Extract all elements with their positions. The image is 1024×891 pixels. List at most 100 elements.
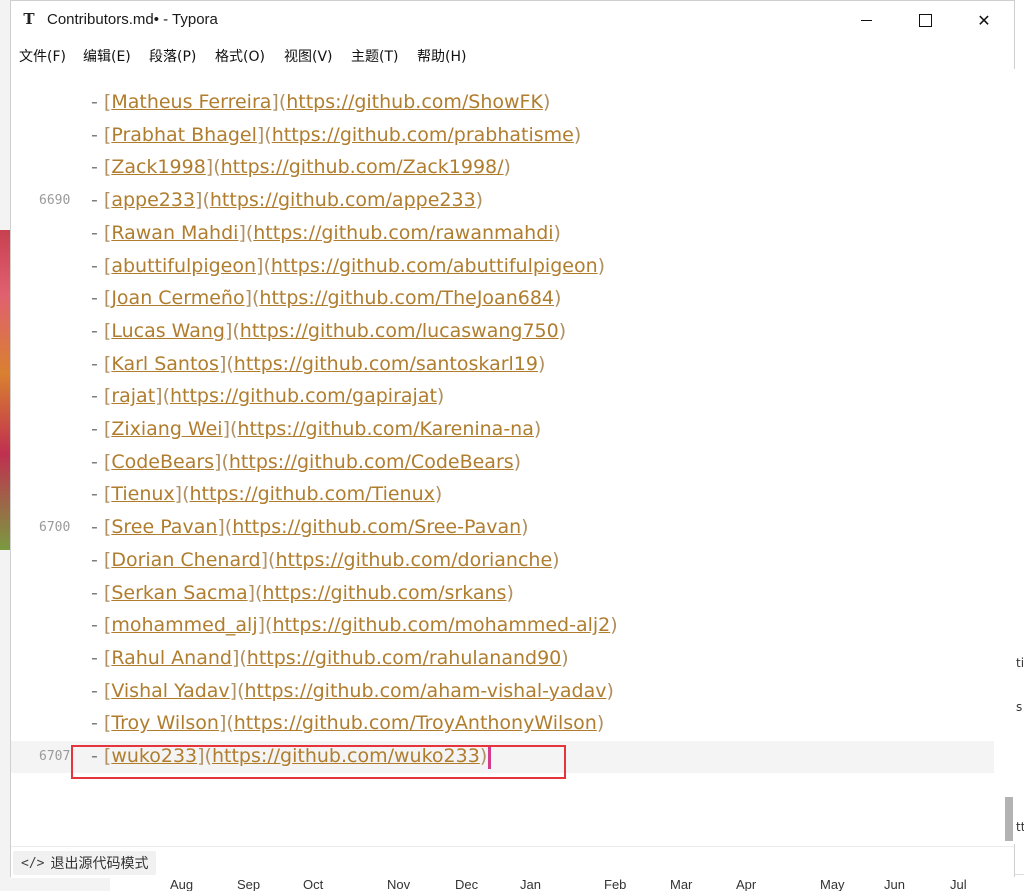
contributor-url[interactable]: https://github.com/lucaswang750 <box>240 320 559 342</box>
contributor-url[interactable]: https://github.com/rawanmahdi <box>253 222 553 244</box>
contributor-url[interactable]: https://github.com/abuttifulpigeon <box>271 255 598 277</box>
contributor-url[interactable]: https://github.com/aham-vishal-yadav <box>245 680 607 702</box>
contributor-url[interactable]: https://github.com/appe233 <box>210 189 476 211</box>
contributor-name[interactable]: Rawan Mahdi <box>111 222 238 244</box>
contributor-url[interactable]: https://github.com/santoskarl19 <box>234 353 538 375</box>
markdown-link-line[interactable]: - [Matheus Ferreira](https://github.com/… <box>91 89 550 115</box>
contributor-url[interactable]: https://github.com/Tienux <box>189 483 434 505</box>
editor-line[interactable]: - [Dorian Chenard](https://github.com/do… <box>11 545 994 577</box>
exit-source-mode-button[interactable]: </> 退出源代码模式 <box>13 851 157 875</box>
editor-line[interactable]: - [Vishal Yadav](https://github.com/aham… <box>11 676 994 708</box>
editor-line[interactable]: - [Zack1998](https://github.com/Zack1998… <box>11 152 994 184</box>
contributor-name[interactable]: Prabhat Bhagel <box>111 124 257 146</box>
menu-edit[interactable]: 编辑(E) <box>83 46 131 66</box>
contributor-url[interactable]: https://github.com/gapirajat <box>170 385 437 407</box>
markdown-link-line[interactable]: - [Zixiang Wei](https://github.com/Karen… <box>91 416 541 442</box>
contributor-url[interactable]: https://github.com/rahulanand90 <box>247 647 561 669</box>
editor-line[interactable]: - [Prabhat Bhagel](https://github.com/pr… <box>11 120 994 152</box>
contributor-name[interactable]: Vishal Yadav <box>111 680 229 702</box>
menu-view[interactable]: 视图(V) <box>284 46 333 66</box>
markdown-link-line[interactable]: - [Dorian Chenard](https://github.com/do… <box>91 547 560 573</box>
contributor-url[interactable]: https://github.com/ShowFK <box>286 91 543 113</box>
contributor-name[interactable]: Matheus Ferreira <box>111 91 271 113</box>
contributor-url[interactable]: https://github.com/CodeBears <box>229 451 514 473</box>
editor-line[interactable]: 6690 - [appe233](https://github.com/appe2… <box>11 185 994 217</box>
contributor-url[interactable]: https://github.com/dorianche <box>275 549 552 571</box>
title-bar[interactable]: T Contributors.md• - Typora ✕ <box>11 1 1014 39</box>
contributor-name[interactable]: abuttifulpigeon <box>111 255 256 277</box>
markdown-link-line[interactable]: - [Vishal Yadav](https://github.com/aham… <box>91 678 614 704</box>
contributor-name[interactable]: Karl Santos <box>111 353 219 375</box>
markdown-link-line[interactable]: - [rajat](https://github.com/gapirajat) <box>91 383 444 409</box>
markdown-link-line[interactable]: - [Rahul Anand](https://github.com/rahul… <box>91 645 569 671</box>
markdown-link-line[interactable]: - [Tienux](https://github.com/Tienux) <box>91 481 442 507</box>
editor-line[interactable]: - [mohammed_alj](https://github.com/moha… <box>11 610 994 642</box>
contributor-name[interactable]: Zixiang Wei <box>111 418 222 440</box>
contributor-url[interactable]: https://github.com/TroyAnthonyWilson <box>234 712 597 734</box>
contributor-url[interactable]: https://github.com/srkans <box>262 582 506 604</box>
editor-line[interactable]: - [rajat](https://github.com/gapirajat) <box>11 381 994 413</box>
markdown-link-line[interactable]: - [Prabhat Bhagel](https://github.com/pr… <box>91 122 581 148</box>
markdown-link-line[interactable]: - [appe233](https://github.com/appe233) <box>91 187 483 213</box>
contributor-url[interactable]: https://github.com/TheJoan684 <box>259 287 554 309</box>
editor-line-active[interactable]: 6707 - [wuko233](https://github.com/wuko2… <box>11 741 994 773</box>
contributor-name[interactable]: appe233 <box>111 189 195 211</box>
menu-format[interactable]: 格式(O) <box>215 46 265 66</box>
contributor-name[interactable]: Rahul Anand <box>111 647 232 669</box>
editor-line[interactable]: - [Joan Cermeño](https://github.com/TheJ… <box>11 283 994 315</box>
editor-line[interactable]: - [abuttifulpigeon](https://github.com/a… <box>11 251 994 283</box>
scrollbar-thumb[interactable] <box>1005 797 1013 841</box>
editor-line[interactable]: - [Zixiang Wei](https://github.com/Karen… <box>11 414 994 446</box>
editor-line[interactable]: - [Troy Wilson](https://github.com/TroyA… <box>11 708 994 740</box>
contributor-url[interactable]: https://github.com/Sree-Pavan <box>232 516 521 538</box>
contributor-name[interactable]: mohammed_alj <box>111 614 257 636</box>
contributor-name[interactable]: Lucas Wang <box>111 320 225 342</box>
contributor-name[interactable]: CodeBears <box>111 451 214 473</box>
editor-line[interactable]: - [Rahul Anand](https://github.com/rahul… <box>11 643 994 675</box>
link-bracket: ]( <box>229 679 245 702</box>
editor-line[interactable]: - [Karl Santos](https://github.com/santo… <box>11 349 994 381</box>
editor-line[interactable]: - [Lucas Wang](https://github.com/lucasw… <box>11 316 994 348</box>
contributor-url[interactable]: https://github.com/mohammed-alj2 <box>272 614 610 636</box>
contributor-name[interactable]: Serkan Sacma <box>111 582 247 604</box>
maximize-button[interactable] <box>896 1 954 39</box>
editor-line[interactable]: - [CodeBears](https://github.com/CodeBea… <box>11 447 994 479</box>
markdown-link-line[interactable]: - [abuttifulpigeon](https://github.com/a… <box>91 253 605 279</box>
source-code-editor[interactable]: - [Matheus Ferreira](https://github.com/… <box>11 89 1003 844</box>
menu-paragraph[interactable]: 段落(P) <box>149 46 196 66</box>
minimize-button[interactable] <box>837 1 895 39</box>
vertical-scrollbar[interactable] <box>1003 69 1015 844</box>
markdown-link-line[interactable]: - [Zack1998](https://github.com/Zack1998… <box>91 154 511 180</box>
contributor-url[interactable]: https://github.com/prabhatisme <box>272 124 574 146</box>
editor-line[interactable]: - [Tienux](https://github.com/Tienux) <box>11 479 994 511</box>
contributor-url[interactable]: https://github.com/Zack1998/ <box>221 156 504 178</box>
editor-line[interactable]: - [Serkan Sacma](https://github.com/srka… <box>11 578 994 610</box>
contributor-name[interactable]: wuko233 <box>111 745 197 767</box>
markdown-link-line[interactable]: - [Troy Wilson](https://github.com/TroyA… <box>91 710 604 736</box>
markdown-link-line[interactable]: - [Lucas Wang](https://github.com/lucasw… <box>91 318 566 344</box>
contributor-name[interactable]: Zack1998 <box>111 156 205 178</box>
contributor-name[interactable]: rajat <box>111 385 155 407</box>
markdown-link-line[interactable]: - [Serkan Sacma](https://github.com/srka… <box>91 580 514 606</box>
menu-help[interactable]: 帮助(H) <box>417 46 466 66</box>
contributor-url[interactable]: https://github.com/Karenina-na <box>237 418 533 440</box>
markdown-link-line[interactable]: - [Joan Cermeño](https://github.com/TheJ… <box>91 285 561 311</box>
markdown-link-line[interactable]: - [Sree Pavan](https://github.com/Sree-P… <box>91 514 529 540</box>
contributor-name[interactable]: Joan Cermeño <box>111 287 244 309</box>
markdown-link-line[interactable]: - [Karl Santos](https://github.com/santo… <box>91 351 545 377</box>
contributor-name[interactable]: Dorian Chenard <box>111 549 260 571</box>
contributor-name[interactable]: Tienux <box>111 483 174 505</box>
markdown-link-line[interactable]: - [wuko233](https://github.com/wuko233) <box>91 743 492 769</box>
close-button[interactable]: ✕ <box>955 1 1013 39</box>
contributor-name[interactable]: Sree Pavan <box>111 516 217 538</box>
editor-line[interactable]: - [Rawan Mahdi](https://github.com/rawan… <box>11 218 994 250</box>
markdown-link-line[interactable]: - [mohammed_alj](https://github.com/moha… <box>91 612 618 638</box>
markdown-link-line[interactable]: - [CodeBears](https://github.com/CodeBea… <box>91 449 521 475</box>
contributor-url[interactable]: https://github.com/wuko233 <box>212 745 480 767</box>
editor-line[interactable]: - [Matheus Ferreira](https://github.com/… <box>11 89 994 119</box>
editor-line[interactable]: 6700 - [Sree Pavan](https://github.com/Sr… <box>11 512 994 544</box>
markdown-link-line[interactable]: - [Rawan Mahdi](https://github.com/rawan… <box>91 220 561 246</box>
menu-theme[interactable]: 主题(T) <box>351 46 398 66</box>
menu-file[interactable]: 文件(F) <box>19 46 66 66</box>
contributor-name[interactable]: Troy Wilson <box>111 712 219 734</box>
